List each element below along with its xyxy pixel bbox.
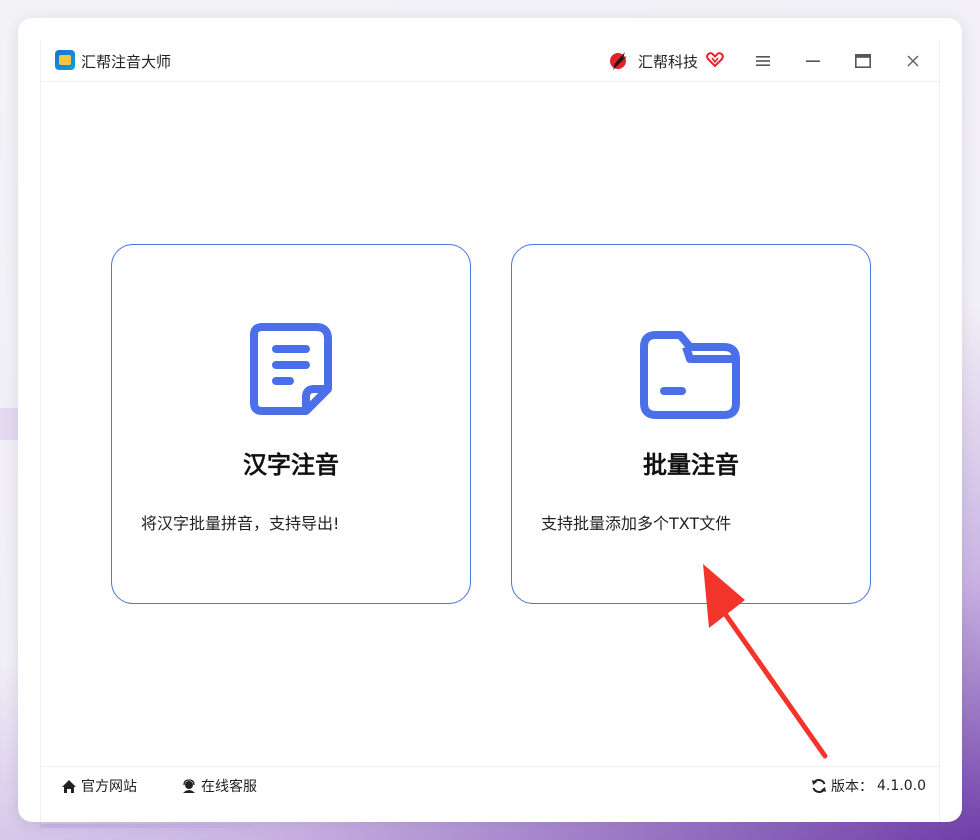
menu-icon bbox=[756, 56, 770, 66]
document-icon bbox=[250, 323, 332, 415]
refresh-icon[interactable] bbox=[811, 778, 827, 794]
batch-zhuyin-card[interactable]: 批量注音 支持批量添加多个TXT文件 bbox=[511, 244, 871, 604]
title-bar: 汇帮注音大师 汇帮科技 bbox=[41, 40, 941, 82]
card-title: 批量注音 bbox=[643, 451, 739, 479]
official-website-link[interactable]: 官方网站 bbox=[61, 776, 137, 796]
minimize-icon bbox=[806, 60, 820, 62]
version-value: 4.1.0.0 bbox=[877, 778, 926, 794]
version-label: 版本： bbox=[831, 779, 873, 795]
card-description: 将汉字批量拼音，支持导出! bbox=[141, 514, 340, 533]
online-service-label: 在线客服 bbox=[201, 779, 257, 795]
maximize-button[interactable] bbox=[849, 48, 877, 74]
brand-logo-icon bbox=[610, 52, 627, 70]
card-title: 汉字注音 bbox=[243, 451, 339, 479]
close-button[interactable] bbox=[899, 48, 927, 74]
brand-name: 汇帮科技 bbox=[638, 53, 699, 71]
background-line bbox=[40, 824, 254, 828]
app-window: 汇帮注音大师 汇帮科技 汉字注音 将汉字批量拼音，支持导出! 批量注音 支持批量… bbox=[18, 18, 962, 822]
vip-heart-icon[interactable] bbox=[706, 52, 724, 68]
card-description: 支持批量添加多个TXT文件 bbox=[541, 514, 732, 533]
menu-button[interactable] bbox=[749, 48, 777, 74]
online-service-link[interactable]: 在线客服 bbox=[181, 776, 257, 796]
folder-icon bbox=[640, 331, 740, 419]
version-info: 版本： 4.1.0.0 bbox=[811, 776, 926, 796]
home-icon bbox=[62, 779, 76, 793]
close-icon bbox=[907, 55, 919, 67]
app-logo-icon bbox=[55, 50, 75, 70]
app-title: 汇帮注音大师 bbox=[81, 53, 172, 71]
maximize-icon bbox=[855, 54, 871, 68]
customer-service-icon bbox=[183, 778, 195, 793]
window-content: 汇帮注音大师 汇帮科技 汉字注音 将汉字批量拼音，支持导出! 批量注音 支持批量… bbox=[40, 40, 941, 822]
hanzi-zhuyin-card[interactable]: 汉字注音 将汉字批量拼音，支持导出! bbox=[111, 244, 471, 604]
footer: 官方网站 在线客服 版本： 4.1.0.0 bbox=[41, 766, 941, 804]
minimize-button[interactable] bbox=[799, 48, 827, 74]
official-website-label: 官方网站 bbox=[81, 779, 137, 795]
